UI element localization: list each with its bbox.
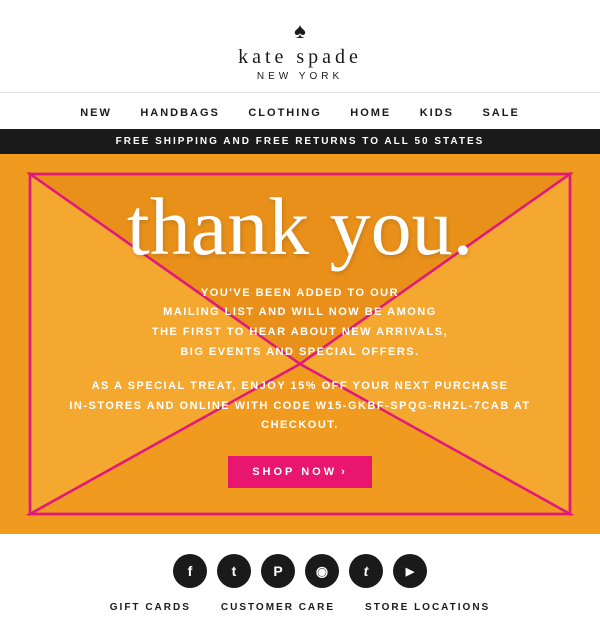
facebook-icon[interactable]: f [173, 554, 207, 588]
nav-item-sale[interactable]: SALE [482, 107, 519, 119]
promo-banner: FREE SHIPPING AND FREE RETURNS TO ALL 50… [0, 129, 600, 154]
footer-link-store-locations[interactable]: STORE LOCATIONS [365, 602, 490, 613]
nav-item-home[interactable]: HOME [350, 107, 391, 119]
nav-item-new[interactable]: NEW [80, 107, 112, 119]
promo-text: AS A SPECIAL TREAT, ENJOY 15% OFF YOUR N… [69, 377, 530, 436]
nav: NEW HANDBAGS CLOTHING HOME KIDS SALE [0, 92, 600, 129]
shop-now-button[interactable]: SHOP NOW› [228, 456, 372, 488]
brand-name: kate spade [238, 46, 362, 68]
thank-you-heading: thank you. [127, 190, 473, 264]
instagram-icon[interactable]: ◉ [305, 554, 339, 588]
brand-sub: NEW YORK [0, 71, 600, 82]
nav-item-handbags[interactable]: HANDBAGS [140, 107, 220, 119]
footer: ftP◉t▶ GIFT CARDSCUSTOMER CARESTORE LOCA… [0, 534, 600, 631]
email-wrapper: ♠ kate spade NEW YORK NEW HANDBAGS CLOTH… [0, 0, 600, 631]
spade-icon: ♠ [0, 18, 600, 44]
youtube-icon[interactable]: ▶ [393, 554, 427, 588]
nav-item-kids[interactable]: KIDS [420, 107, 454, 119]
footer-link-gift-cards[interactable]: GIFT CARDS [110, 602, 191, 613]
social-icons: ftP◉t▶ [0, 554, 600, 588]
header: ♠ kate spade NEW YORK [0, 0, 600, 92]
envelope-container: thank you. YOU'VE BEEN ADDED TO OURMAILI… [0, 154, 600, 534]
footer-link-customer-care[interactable]: CUSTOMER CARE [221, 602, 335, 613]
footer-links: GIFT CARDS CUSTOMER CARE STORE LOCATIONS [0, 602, 600, 613]
twitter-icon[interactable]: t [217, 554, 251, 588]
message-body: YOU'VE BEEN ADDED TO OURMAILING LIST AND… [152, 284, 448, 363]
envelope-content: thank you. YOU'VE BEEN ADDED TO OURMAILI… [0, 154, 600, 534]
nav-item-clothing[interactable]: CLOTHING [248, 107, 321, 119]
arrow-icon: › [341, 466, 348, 478]
tumblr-icon[interactable]: t [349, 554, 383, 588]
pinterest-icon[interactable]: P [261, 554, 295, 588]
